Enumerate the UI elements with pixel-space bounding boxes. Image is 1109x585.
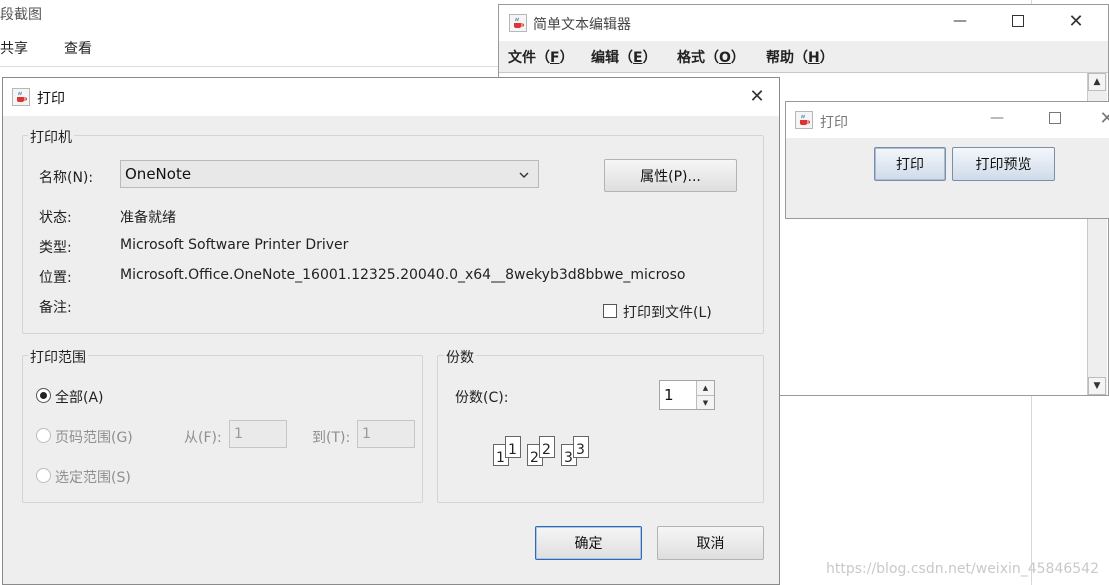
explorer-divider	[0, 66, 500, 67]
copies-group-label: 份数	[444, 347, 476, 367]
print-dialog: 打印 ✕ 打印机 名称(N): OneNote 属性(P)... 状态: 准备就…	[2, 77, 780, 585]
print-launcher-window: 打印 — ✕ 打印 打印预览	[785, 101, 1109, 219]
java-cup-icon	[795, 111, 813, 129]
copies-value: 1	[664, 386, 674, 404]
spinner-up-icon[interactable]: ▲	[696, 381, 714, 395]
copies-group	[437, 355, 764, 503]
minimize-button[interactable]: —	[937, 5, 983, 37]
location-label: 位置:	[39, 270, 72, 286]
printer-group-label: 打印机	[28, 127, 74, 147]
print-button[interactable]: 打印	[874, 147, 946, 181]
explorer-menu-view[interactable]: 查看	[64, 38, 92, 58]
range-from-label: 从(F):	[184, 430, 222, 446]
print-dialog-titlebar[interactable]: 打印 ✕	[3, 78, 779, 116]
minimize-icon: —	[990, 110, 1004, 126]
range-to-label: 到(T):	[312, 430, 351, 446]
maximize-button[interactable]	[1032, 102, 1078, 134]
menu-edit[interactable]: 编辑（E）	[591, 47, 657, 67]
ok-button[interactable]: 确定	[535, 526, 642, 560]
maximize-icon	[1012, 15, 1024, 27]
status-label: 状态:	[39, 210, 72, 226]
range-all-radio[interactable]	[36, 388, 51, 403]
close-icon: ✕	[1068, 10, 1084, 32]
java-cup-icon	[12, 88, 30, 106]
explorer-title: 段截图	[0, 7, 42, 23]
maximize-icon	[1049, 112, 1061, 124]
range-all-label[interactable]: 全部(A)	[55, 387, 104, 407]
spinner-down-icon[interactable]: ▼	[696, 395, 714, 409]
close-button[interactable]: ✕	[734, 80, 780, 112]
print-launcher-titlebar[interactable]: 打印 — ✕	[786, 102, 1109, 138]
copies-spinner[interactable]: 1 ▲ ▼	[659, 380, 715, 410]
close-button[interactable]: ✕	[1084, 102, 1109, 134]
menu-format[interactable]: 格式（O）	[677, 47, 745, 67]
copies-label: 份数(C):	[455, 390, 509, 406]
type-value: Microsoft Software Printer Driver	[120, 237, 349, 253]
print-to-file-checkbox[interactable]	[603, 304, 617, 318]
location-value: Microsoft.Office.OneNote_16001.12325.200…	[120, 267, 686, 283]
range-to-input[interactable]: 1	[357, 420, 415, 448]
range-from-input[interactable]: 1	[229, 420, 287, 448]
close-icon: ✕	[749, 85, 765, 107]
print-launcher-title: 打印	[820, 115, 848, 131]
page-icon: 3	[573, 436, 589, 458]
watermark: https://blog.csdn.net/weixin_45846542	[825, 561, 1099, 577]
print-to-file-label[interactable]: 打印到文件(L)	[623, 302, 712, 322]
menu-file[interactable]: 文件（F）	[508, 47, 574, 67]
java-cup-icon	[509, 14, 527, 32]
range-pages-label[interactable]: 页码范围(G)	[55, 427, 133, 447]
menu-help[interactable]: 帮助（H）	[766, 47, 834, 67]
cancel-button[interactable]: 取消	[657, 526, 764, 560]
scroll-down-icon[interactable]: ▼	[1088, 377, 1106, 395]
scroll-up-icon[interactable]: ▲	[1088, 73, 1106, 91]
minimize-button[interactable]: —	[974, 102, 1020, 134]
explorer-menu-share[interactable]: 共享	[0, 38, 28, 58]
print-preview-button[interactable]: 打印预览	[952, 147, 1055, 181]
chevron-down-icon	[518, 167, 530, 185]
minimize-icon: —	[953, 13, 967, 29]
editor-menubar: 文件（F） 编辑（E） 格式（O） 帮助（H）	[499, 41, 1108, 73]
range-selection-label[interactable]: 选定范围(S)	[55, 467, 131, 487]
editor-titlebar[interactable]: 简单文本编辑器 — ✕	[499, 5, 1108, 41]
range-pages-radio[interactable]	[36, 428, 51, 443]
collate-pages-icon: 1 1 2 2 3 3	[493, 436, 603, 468]
print-range-group-label: 打印范围	[28, 347, 88, 367]
printer-name-value: OneNote	[125, 165, 192, 183]
properties-button[interactable]: 属性(P)...	[604, 159, 737, 192]
name-label: 名称(N):	[39, 170, 94, 186]
close-icon: ✕	[1099, 107, 1109, 129]
page-icon: 2	[539, 436, 555, 458]
editor-title: 简单文本编辑器	[533, 17, 631, 33]
close-button[interactable]: ✕	[1053, 5, 1099, 37]
printer-name-select[interactable]: OneNote	[120, 160, 539, 188]
comment-label: 备注:	[39, 300, 72, 316]
maximize-button[interactable]	[995, 5, 1041, 37]
page-icon: 1	[505, 436, 521, 458]
status-value: 准备就绪	[120, 210, 176, 226]
range-selection-radio[interactable]	[36, 468, 51, 483]
print-dialog-title: 打印	[37, 91, 65, 107]
type-label: 类型:	[39, 240, 72, 256]
